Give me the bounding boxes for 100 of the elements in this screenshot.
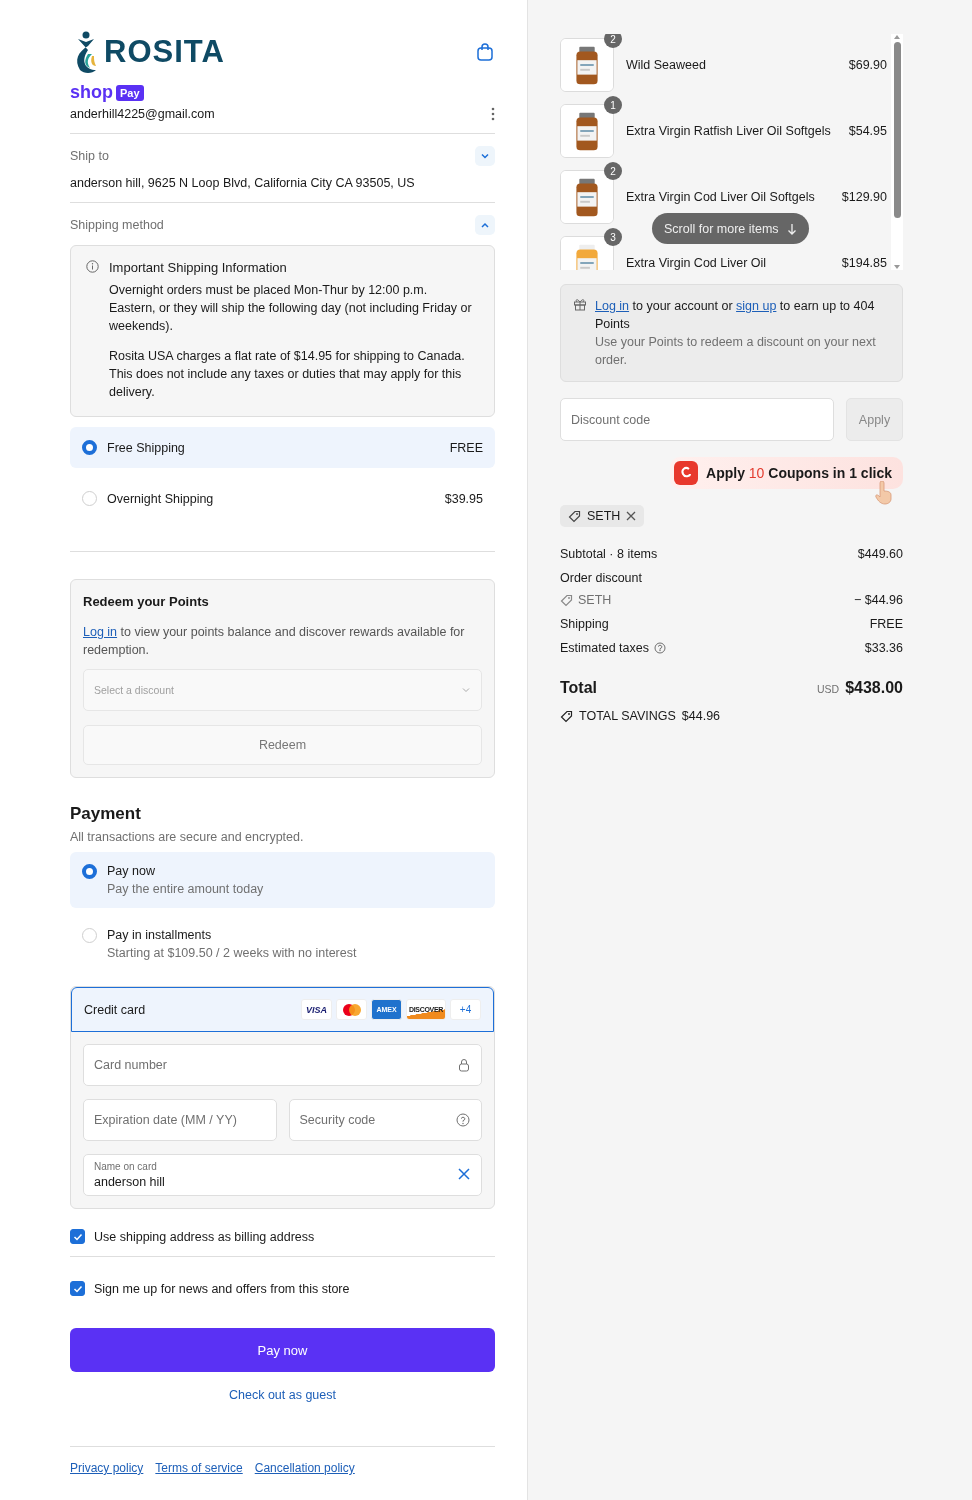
product-price: $54.95: [848, 124, 887, 138]
summary-value: − $44.96: [854, 593, 903, 607]
signup-link[interactable]: sign up: [736, 299, 777, 313]
savings-label: TOTAL SAVINGS: [579, 709, 676, 723]
arrow-down-icon: [893, 264, 901, 270]
shipping-option[interactable]: Overnight Shipping $39.95: [70, 478, 495, 519]
info-icon: [86, 260, 99, 273]
summary-label: Shipping: [560, 617, 609, 631]
section-subtitle: All transactions are secure and encrypted.: [70, 830, 305, 844]
input-field[interactable]: Card number: [83, 1044, 482, 1086]
brand-logo-text: ROSITA: [104, 34, 225, 70]
tag-icon: [560, 709, 573, 723]
option-label: Credit card: [84, 1002, 146, 1017]
product-name: Extra Virgin Ratfish Liver Oil Softgels: [626, 124, 832, 138]
checkbox-label: Sign me up for news and offers from this store: [94, 1281, 350, 1296]
footer-link[interactable]: Cancellation policy: [254, 1461, 355, 1475]
tag-icon: [568, 509, 581, 523]
section-label: Shipping method: [70, 218, 164, 232]
savings-value: $44.96: [681, 709, 721, 723]
payment-option[interactable]: Pay now Pay the entire amount today: [70, 852, 495, 908]
arrow-down-icon: [786, 222, 797, 235]
summary-value: $33.36: [864, 641, 903, 655]
total-amount: $438.00: [845, 679, 903, 697]
section-title: Payment: [70, 804, 142, 824]
redeem-button[interactable]: Redeem: [83, 725, 482, 765]
code-text: SETH: [578, 593, 612, 607]
coupon-popup[interactable]: Apply 10 Coupons in 1 click: [670, 457, 903, 489]
scroll-hint-button[interactable]: Scroll for more items: [652, 213, 809, 244]
chevron-down-icon: [461, 685, 471, 695]
close-icon[interactable]: [626, 511, 637, 521]
expand-toggle[interactable]: [475, 215, 495, 235]
points-text: Log in to view your points balance and discover rewards available for redemption.: [83, 624, 466, 659]
scrollbar[interactable]: [891, 34, 903, 270]
code-text: SETH: [587, 509, 621, 523]
rewards-detail: Use your Points to redeem a discount on your next order.: [595, 334, 877, 369]
quantity-badge: 2: [604, 162, 622, 180]
panel-title: Redeem your Points: [83, 594, 210, 609]
email-text: anderhill4225@gmail.com: [70, 107, 215, 121]
pay-badge: Pay: [116, 84, 144, 101]
quantity-badge: 1: [604, 96, 622, 114]
help-icon: [456, 1113, 470, 1127]
shop-logo-text: shop: [70, 82, 113, 103]
shopping-bag-icon[interactable]: [475, 42, 495, 62]
swirl-logo-icon: [674, 461, 699, 485]
summary-value: $449.60: [857, 547, 903, 561]
more-brands-badge: +4: [450, 999, 481, 1020]
input-field[interactable]: Security code: [288, 1099, 482, 1141]
tag-icon: [560, 593, 573, 607]
radio-button[interactable]: [82, 440, 97, 455]
card-brand-logo: VISA: [301, 999, 332, 1020]
checkbox-label: Use shipping address as billing address: [94, 1229, 315, 1244]
summary-value: FREE: [869, 617, 903, 631]
footer-link[interactable]: Terms of service: [155, 1461, 243, 1475]
login-link[interactable]: Log in: [595, 299, 630, 313]
product-price: $129.90: [841, 190, 887, 204]
arrow-up-icon: [893, 34, 901, 40]
gift-icon: [573, 297, 587, 311]
notice-text: Rosita USA charges a flat rate of $14.95 for shipping to Canada. This does not include any taxes or duties that may apply for this delivery.: [109, 348, 466, 401]
currency-code: USD: [817, 683, 840, 695]
option-detail: Pay the entire amount today: [107, 882, 264, 896]
rewards-text: Log in to your account or sign up to earn up to 404 Points: [595, 298, 876, 333]
hand-cursor-icon: [873, 481, 893, 505]
card-brand-logo: [336, 999, 367, 1020]
login-link[interactable]: Log in: [83, 625, 118, 639]
guest-checkout-link[interactable]: Check out as guest: [229, 1388, 336, 1402]
notice-text: Overnight orders must be placed Mon-Thur by 12:00 p.m. Eastern, or they will ship the following day (not including Friday or weekends).: [109, 282, 473, 335]
payment-option[interactable]: Pay in installments Starting at $109.50 / 2 weeks with no interest: [70, 916, 495, 972]
help-icon: [653, 642, 666, 654]
footer-link[interactable]: Privacy policy: [70, 1461, 144, 1475]
chevron-down-icon: [480, 151, 490, 161]
summary-label: Estimated taxes: [560, 641, 649, 655]
more-options-icon[interactable]: [491, 107, 495, 121]
summary-label: Subtotal · 8 items: [560, 547, 658, 561]
product-name: Extra Virgin Cod Liver Oil Softgels: [626, 190, 816, 204]
product-price: $194.85: [841, 256, 887, 270]
notice-title: Important Shipping Information: [109, 260, 288, 275]
expand-toggle[interactable]: [475, 146, 495, 166]
radio-button[interactable]: [82, 864, 97, 879]
option-label: Pay now: [107, 864, 156, 878]
product-price: $69.90: [848, 58, 887, 72]
input-field[interactable]: Expiration date (MM / YY): [83, 1099, 277, 1141]
checkbox[interactable]: [70, 1229, 85, 1244]
total-label: Total: [560, 679, 598, 697]
checkbox[interactable]: [70, 1281, 85, 1296]
pay-now-button[interactable]: Pay now: [70, 1328, 495, 1372]
shipping-option[interactable]: Free Shipping FREE: [70, 427, 495, 468]
quantity-badge: 2: [604, 34, 622, 48]
discount-code-field[interactable]: Discount code: [560, 398, 834, 441]
checkmark-icon: [72, 1231, 83, 1242]
option-detail: Starting at $109.50 / 2 weeks with no interest: [107, 946, 357, 960]
quantity-badge: 3: [604, 228, 622, 246]
summary-label: Order discount: [560, 571, 643, 585]
close-icon[interactable]: [458, 1168, 470, 1180]
chevron-up-icon: [480, 220, 490, 230]
lock-icon: [458, 1058, 470, 1072]
option-label: Pay in installments: [107, 928, 213, 942]
section-label: Ship to: [70, 149, 109, 163]
address-text: anderson hill, 9625 N Loop Blvd, California City CA 93505, US: [70, 176, 416, 190]
product-name: Extra Virgin Cod Liver Oil: [626, 256, 768, 270]
product-name: Wild Seaweed: [626, 58, 707, 72]
